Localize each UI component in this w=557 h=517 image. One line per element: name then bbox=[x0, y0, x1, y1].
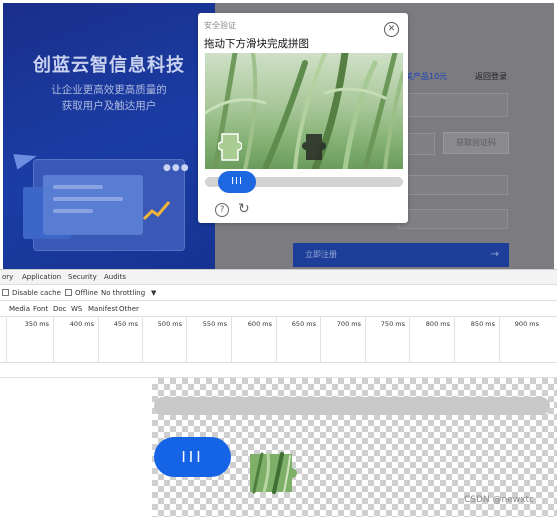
phone-input[interactable] bbox=[398, 93, 508, 117]
timeline-tick: 500 ms bbox=[142, 317, 186, 363]
illustration-document bbox=[43, 175, 143, 235]
get-code-button[interactable]: 获取验证码 bbox=[443, 132, 509, 154]
timeline-tick: 750 ms bbox=[365, 317, 409, 363]
preview-blank-area bbox=[0, 378, 152, 517]
filter-ws[interactable]: WS bbox=[71, 305, 82, 313]
preview-puzzle-piece bbox=[250, 452, 297, 494]
captcha-dialog: 安全验证 拖动下方滑块完成拼图 ✕ III ? ↻ bbox=[198, 13, 408, 223]
captcha-tag: 安全验证 bbox=[204, 21, 236, 30]
devtools-toolbar: Disable cache Offline No throttling ▼ bbox=[0, 286, 557, 301]
illustration-line bbox=[53, 209, 93, 213]
tab-security[interactable]: Security bbox=[68, 273, 97, 281]
devtools-divider bbox=[0, 363, 557, 378]
tab-audits[interactable]: Audits bbox=[104, 273, 126, 281]
puzzle-piece[interactable] bbox=[218, 130, 242, 164]
tab-memory[interactable]: ory bbox=[2, 273, 13, 281]
preview-slider-track bbox=[154, 397, 550, 415]
timeline-tick: 550 ms bbox=[186, 317, 231, 363]
register-button-label: 立即注册 bbox=[305, 250, 337, 259]
filter-other[interactable]: Other bbox=[119, 305, 139, 313]
timeline-tick: 600 ms bbox=[231, 317, 276, 363]
timeline-tick: 700 ms bbox=[320, 317, 365, 363]
window-dots-icon: ●●● bbox=[163, 163, 190, 173]
timeline-tick: 450 ms bbox=[98, 317, 142, 363]
timeline-tick: 650 ms bbox=[276, 317, 320, 363]
filter-media[interactable]: Media bbox=[9, 305, 30, 313]
confirm-password-input[interactable] bbox=[398, 209, 508, 229]
preview-slider-handle: III bbox=[154, 437, 231, 477]
disable-cache-checkbox[interactable] bbox=[2, 289, 9, 296]
puzzle-hole bbox=[302, 134, 326, 160]
slider-handle[interactable]: III bbox=[218, 171, 256, 193]
offline-checkbox[interactable] bbox=[65, 289, 72, 296]
filter-font[interactable]: Font bbox=[33, 305, 48, 313]
network-timeline: 350 ms 400 ms 450 ms 500 ms 550 ms 600 m… bbox=[0, 317, 557, 363]
timeline-tick: 800 ms bbox=[409, 317, 454, 363]
chevron-down-icon[interactable]: ▼ bbox=[151, 289, 156, 297]
refresh-icon[interactable]: ↻ bbox=[238, 201, 250, 217]
devtools-tabs: ory Application Security Audits bbox=[0, 270, 557, 285]
arrow-right-icon: → bbox=[490, 249, 499, 260]
products-link[interactable]: 美产品10元 bbox=[405, 71, 447, 82]
registration-page: 创蓝云智信息科技 让企业更高效更高质量的 获取用户及触达用户 ●●● 美产品10… bbox=[3, 3, 554, 269]
disable-cache-label: Disable cache bbox=[12, 289, 61, 297]
banner-subtitle-line2: 获取用户及触达用户 bbox=[61, 100, 157, 112]
back-to-login-link[interactable]: 返回登录 bbox=[475, 71, 507, 82]
illustration-line bbox=[53, 185, 103, 189]
filter-doc[interactable]: Doc bbox=[53, 305, 67, 313]
devtools-filter-bar: Media Font Doc WS Manifest Other bbox=[0, 302, 557, 317]
password-input[interactable] bbox=[398, 175, 508, 195]
timeline-tick: 850 ms bbox=[454, 317, 499, 363]
throttling-select[interactable]: No throttling bbox=[101, 289, 145, 297]
captcha-title: 拖动下方滑块完成拼图 bbox=[204, 38, 309, 50]
banner-subtitle-line1: 让企业更高效更高质量的 bbox=[51, 84, 167, 96]
register-button[interactable]: 立即注册 → bbox=[293, 243, 509, 267]
illustration-line bbox=[53, 197, 123, 201]
help-icon[interactable]: ? bbox=[215, 203, 229, 217]
close-icon[interactable]: ✕ bbox=[384, 22, 399, 37]
timeline-tick: 900 ms bbox=[499, 317, 543, 363]
watermark-text: CSDN @newxtc bbox=[464, 495, 534, 505]
filter-manifest[interactable]: Manifest bbox=[88, 305, 118, 313]
tab-application[interactable]: Application bbox=[22, 273, 61, 281]
banner-title: 创蓝云智信息科技 bbox=[33, 55, 185, 76]
timeline-tick: 350 ms bbox=[6, 317, 53, 363]
offline-label: Offline bbox=[75, 289, 98, 297]
timeline-tick: 400 ms bbox=[53, 317, 98, 363]
trend-chart-icon bbox=[143, 201, 171, 221]
